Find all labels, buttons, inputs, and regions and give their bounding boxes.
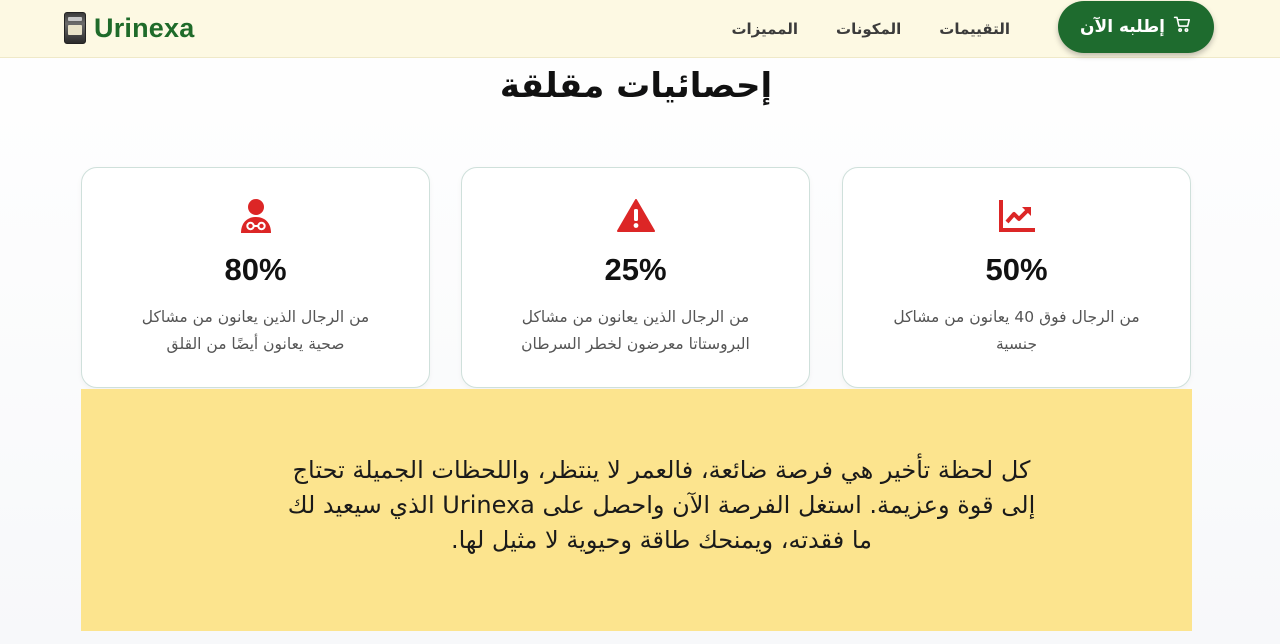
stat-description: من الرجال الذين يعانون من مشاكل البروستا… — [521, 308, 750, 353]
user-doctor-icon — [82, 198, 429, 234]
stat-card-sexual: 50% من الرجال فوق 40 يعانون من مشاكل جنس… — [842, 167, 1191, 388]
chart-line-up-icon — [843, 198, 1190, 234]
urgency-banner: كل لحظة تأخير هي فرصة ضائعة، فالعمر لا ي… — [81, 389, 1192, 631]
stat-description: من الرجال الذين يعانون من مشاكل صحية يعا… — [141, 308, 370, 353]
stat-card-prostate: 25% من الرجال الذين يعانون من مشاكل البر… — [461, 167, 810, 388]
warning-triangle-icon — [462, 198, 809, 234]
stat-value: 80% — [224, 252, 287, 287]
stat-description: من الرجال فوق 40 يعانون من مشاكل جنسية — [893, 308, 1140, 353]
stat-value: 50% — [985, 252, 1048, 287]
urgency-text: كل لحظة تأخير هي فرصة ضائعة، فالعمر لا ي… — [287, 456, 1036, 554]
stats-cards: 50% من الرجال فوق 40 يعانون من مشاكل جنس… — [0, 0, 1280, 400]
stat-card-anxiety: 80% من الرجال الذين يعانون من مشاكل صحية… — [81, 167, 430, 388]
stat-value: 25% — [604, 252, 667, 287]
